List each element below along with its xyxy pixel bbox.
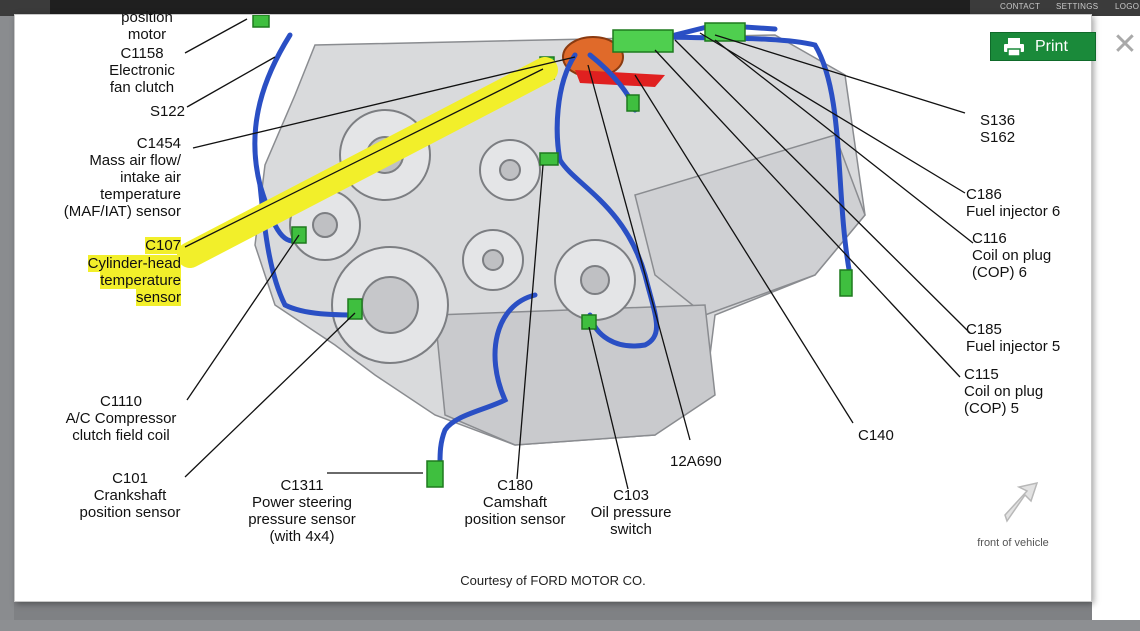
- c107-name-1-highlight: Cylinder-head: [87, 255, 181, 272]
- print-button-label: Print: [1035, 37, 1068, 55]
- label-s122: S122: [149, 103, 185, 120]
- courtesy-caption: Courtesy of FORD MOTOR CO.: [460, 573, 646, 588]
- printer-icon: [1004, 37, 1024, 57]
- label-c103: C103 Oil pressure switch: [590, 487, 672, 538]
- print-button[interactable]: Print: [990, 32, 1096, 61]
- diagram-viewer-panel: position motor C1158 Electronic fan clut…: [14, 9, 1092, 602]
- front-of-vehicle-arrow: [1004, 481, 1039, 523]
- label-c1110: C1110 A/C Compressor clutch field coil: [65, 393, 177, 444]
- label-c115: C115 Coil on plug (COP) 5: [964, 366, 1044, 417]
- nav-logout-link[interactable]: LOGO: [1115, 2, 1139, 11]
- c107-code-highlight: C107: [145, 237, 181, 254]
- label-12a690: 12A690: [670, 453, 722, 470]
- label-c116: C116 Coil on plug (COP) 6: [972, 230, 1052, 281]
- close-icon[interactable]: ✕: [1110, 30, 1140, 60]
- nav-contact-link[interactable]: CONTACT: [1000, 2, 1040, 11]
- label-c1311: C1311 Power steering pressure sensor (wi…: [248, 477, 356, 545]
- label-c186: C186 Fuel injector 6: [966, 186, 1061, 220]
- label-c140: C140: [858, 427, 894, 444]
- page-backdrop-left: [0, 16, 14, 620]
- page-backdrop-right: [1092, 16, 1140, 620]
- front-of-vehicle-label: front of vehicle: [977, 537, 1049, 549]
- c107-name-3-highlight: sensor: [135, 289, 181, 306]
- label-s136-s162: S136 S162: [980, 112, 1016, 146]
- label-c1454: C1454 Mass air flow/ intake air temperat…: [63, 135, 181, 220]
- c107-name-2-highlight: temperature: [100, 272, 181, 289]
- c1311-connector: [426, 460, 444, 488]
- label-position-motor: position motor: [121, 9, 173, 43]
- page-bottom-strip: [0, 620, 1140, 631]
- label-c180: C180 Camshaft position sensor: [464, 477, 566, 528]
- label-c107-name-1: Cylinder-head: [45, 255, 181, 272]
- label-c107-code: C107: [111, 237, 181, 254]
- label-c107-name-3: sensor: [45, 289, 181, 306]
- label-c185: C185 Fuel injector 5: [966, 321, 1061, 355]
- nav-settings-link[interactable]: SETTINGS: [1056, 2, 1098, 11]
- label-c1158: C1158 Electronic fan clutch: [109, 45, 175, 96]
- label-c101: C101 Crankshaft position sensor: [79, 470, 181, 521]
- label-c107-name-2: temperature: [45, 272, 181, 289]
